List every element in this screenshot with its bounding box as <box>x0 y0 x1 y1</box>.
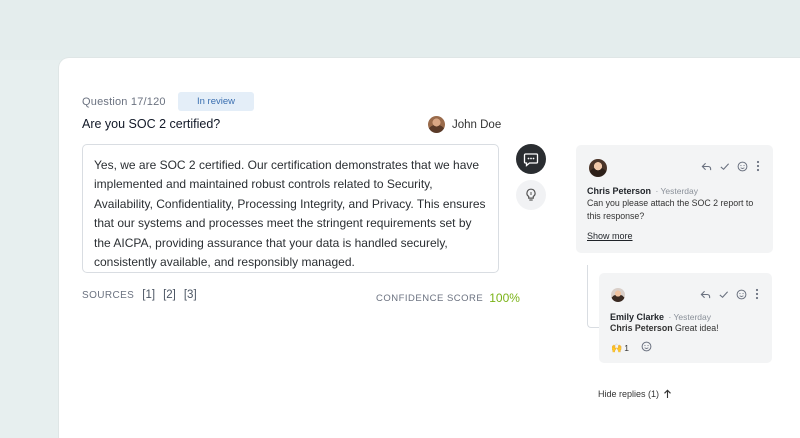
reactions: 🙌 1 <box>611 339 652 357</box>
comment-time: · Yesterday <box>668 312 712 322</box>
comment-author: Chris Peterson <box>587 186 652 196</box>
status-badge[interactable]: In review <box>178 92 254 111</box>
app-frame-background <box>0 0 800 60</box>
source-link-1[interactable]: [1] <box>142 289 155 301</box>
comment-button[interactable] <box>516 144 546 174</box>
reply-icon[interactable] <box>700 289 711 303</box>
raised-hands-icon: 🙌 <box>611 342 623 353</box>
add-reaction-icon[interactable] <box>641 339 652 357</box>
avatar <box>428 116 445 133</box>
confidence-label: CONFIDENCE SCORE <box>376 292 484 304</box>
comment-body: Great idea! <box>672 323 719 333</box>
reaction-count: 1 <box>624 343 629 353</box>
comment-time: · Yesterday <box>655 186 699 196</box>
hide-replies-label: Hide replies (1) <box>598 389 660 399</box>
lightbulb-icon <box>526 188 536 201</box>
sources-label: SOURCES <box>82 289 135 301</box>
more-vertical-icon[interactable] <box>754 288 760 303</box>
assignee[interactable]: John Doe <box>428 116 501 133</box>
check-icon[interactable] <box>719 161 730 175</box>
reply-card: Emily Clarke · Yesterday Chris Peterson … <box>599 273 772 363</box>
check-icon[interactable] <box>718 289 729 303</box>
avatar <box>611 288 625 302</box>
smiley-icon[interactable] <box>736 289 747 303</box>
comment-actions <box>700 288 760 303</box>
arrow-up-icon <box>664 389 671 398</box>
reaction-chip[interactable]: 🙌 1 <box>611 343 629 354</box>
suggestion-button[interactable] <box>516 180 546 210</box>
sources: SOURCES [1] [2] [3] <box>82 289 197 301</box>
comment-actions <box>701 160 761 175</box>
hide-replies-button[interactable]: Hide replies (1) <box>598 389 672 399</box>
comment-icon <box>523 153 539 167</box>
confidence-score: CONFIDENCE SCORE 100% <box>376 291 520 305</box>
reply-icon[interactable] <box>701 161 712 175</box>
answer-textarea[interactable]: Yes, we are SOC 2 certified. Our certifi… <box>82 144 499 273</box>
source-link-3[interactable]: [3] <box>184 289 197 301</box>
question-title: Are you SOC 2 certified? <box>82 117 221 131</box>
more-vertical-icon[interactable] <box>755 160 761 175</box>
comment-author: Emily Clarke <box>610 312 665 322</box>
smiley-icon[interactable] <box>737 161 748 175</box>
assignee-name: John Doe <box>452 118 502 131</box>
comment-text: Can you please attach the SOC 2 report t… <box>587 198 754 221</box>
comment-card: Chris Peterson · Yesterday Can you pleas… <box>576 145 773 253</box>
source-link-2[interactable]: [2] <box>163 289 176 301</box>
avatar <box>589 159 607 177</box>
comment-text: Chris Peterson Great idea! <box>610 322 719 335</box>
confidence-value: 100% <box>489 291 520 305</box>
question-number: Question 17/120 <box>82 96 166 108</box>
show-more-link[interactable]: Show more <box>587 231 633 241</box>
mention[interactable]: Chris Peterson <box>610 323 673 333</box>
